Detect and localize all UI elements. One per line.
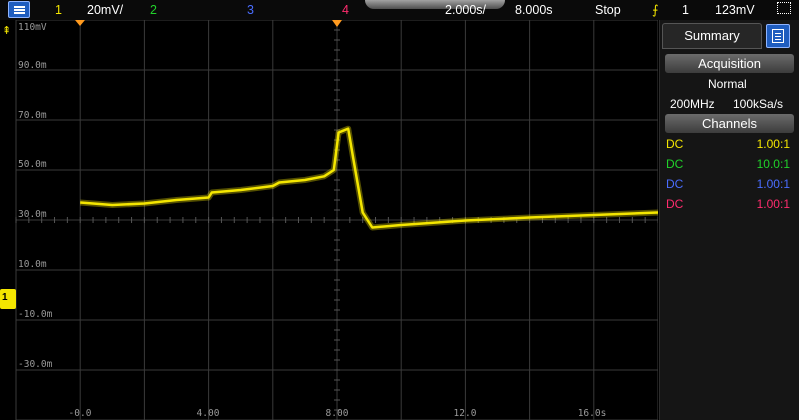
ch4-number[interactable]: 4 [342, 2, 349, 18]
ch1-waveform-glow [79, 125, 658, 231]
y-label: -30.0m [18, 359, 53, 370]
menu-icon-line [14, 9, 25, 11]
acquisition-mode: Normal [708, 77, 747, 91]
trigger-edge-icon[interactable]: ⨍ [652, 2, 659, 18]
time-scale[interactable]: 2.000s/ [445, 2, 486, 18]
document-icon [772, 29, 784, 43]
coupling: DC [666, 197, 684, 211]
x-label: -0.0 [68, 408, 92, 419]
status-bar: 1 20mV/ 2 3 4 2.000s/ 8.000s Stop ⨍ 1 12… [0, 0, 799, 20]
time-reference-marker [75, 20, 85, 26]
x-label: 8.00 [325, 408, 349, 419]
probe-ratio: 1.00:1 [756, 197, 790, 211]
side-panel: Summary Acquisition Normal 200MHz 100kSa… [659, 20, 799, 420]
x-label: 16.0s [577, 408, 607, 419]
panel-menu-button[interactable] [766, 24, 790, 48]
graticule [15, 20, 658, 420]
menu-icon-line [14, 12, 25, 14]
y-label: 10.0m [18, 259, 47, 270]
ch1-number[interactable]: 1 [55, 2, 62, 18]
coupling: DC [666, 157, 684, 171]
y-label: 50.0m [18, 159, 47, 170]
trigger-level[interactable]: 123mV [715, 2, 755, 18]
sample-rate: 100kSa/s [733, 97, 784, 111]
channel-row: DC 10.0:1 [666, 157, 790, 175]
ch1-ground-marker[interactable]: 1 [0, 289, 16, 309]
probe-ratio: 10.0:1 [756, 157, 790, 171]
ch1-marker-label: 1 [2, 292, 8, 303]
zoom-select-icon[interactable] [777, 2, 791, 14]
time-delay[interactable]: 8.000s [515, 2, 553, 18]
bandwidth: 200MHz [670, 97, 715, 111]
y-label: 110mV [18, 22, 47, 33]
ch1-waveform [80, 127, 658, 229]
tab-summary[interactable]: Summary [662, 23, 762, 49]
coupling: DC [666, 137, 684, 151]
menu-button[interactable] [8, 1, 30, 18]
probe-ratio: 1.00:1 [756, 137, 790, 151]
trigger-channel[interactable]: 1 [682, 2, 689, 18]
waveform-display[interactable]: ⇞ 110mV 90.0m 70.0m 50.0m 30.0m 10.0m -1… [0, 20, 658, 420]
ch2-number[interactable]: 2 [150, 2, 157, 18]
channel-row: DC 1.00:1 [666, 137, 790, 155]
channel-row: DC 1.00:1 [666, 197, 790, 215]
coupling: DC [666, 177, 684, 191]
acquisition-header[interactable]: Acquisition [665, 54, 794, 73]
y-label: -10.0m [18, 309, 53, 320]
x-label: 4.00 [196, 408, 220, 419]
menu-icon [14, 6, 25, 8]
probe-ratio: 1.00:1 [756, 177, 790, 191]
y-label: 30.0m [18, 209, 47, 220]
run-state[interactable]: Stop [595, 2, 621, 18]
y-label: 70.0m [18, 110, 47, 121]
y-label: 90.0m [18, 60, 47, 71]
ch1-vertical-scale[interactable]: 20mV/ [87, 2, 123, 18]
x-label: 12.0 [453, 408, 477, 419]
channel-row: DC 1.00:1 [666, 177, 790, 195]
trigger-position-marker [332, 20, 342, 27]
ch3-number[interactable]: 3 [247, 2, 254, 18]
trigger-level-marker: ⇞ [2, 25, 12, 37]
channels-header[interactable]: Channels [665, 114, 794, 133]
